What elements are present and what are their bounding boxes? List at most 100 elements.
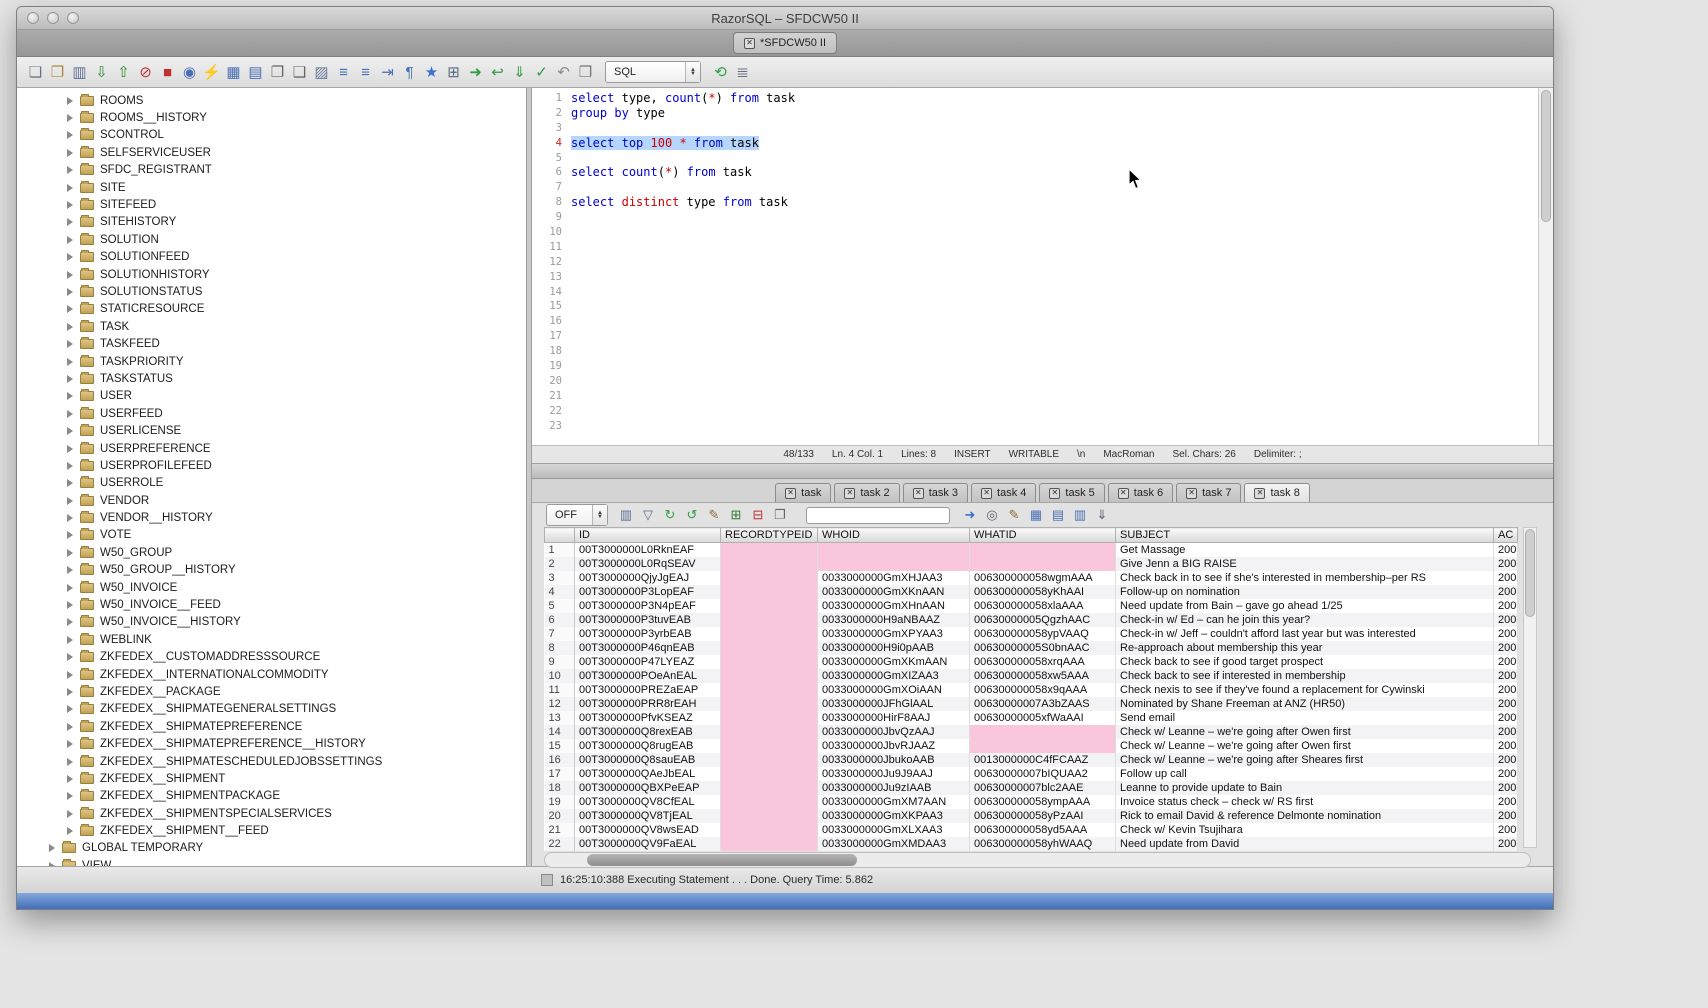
new-file-icon[interactable]: ❏ [25, 62, 46, 83]
tree-item-taskfeed[interactable]: TASKFEED [17, 335, 526, 352]
find-next-icon[interactable]: ➜ [960, 505, 980, 525]
scrollbar-thumb[interactable] [1541, 90, 1551, 222]
cell-ac[interactable]: 200 [1494, 823, 1518, 837]
cell-recordtypeid[interactable] [721, 585, 818, 599]
cell-whatid[interactable]: 00630000005xfWaAAI [970, 711, 1116, 725]
expand-arrow-icon[interactable] [67, 792, 73, 800]
expand-arrow-icon[interactable] [67, 514, 73, 522]
cell-ac[interactable]: 200 [1494, 543, 1518, 558]
cell-whoid[interactable]: 0033000000GmXKmAAN [818, 655, 970, 669]
limit-select[interactable]: OFF ▲▼ [546, 504, 608, 526]
expand-arrow-icon[interactable] [67, 271, 73, 279]
scrollbar-thumb[interactable] [587, 854, 857, 866]
table-row[interactable]: 2000T3000000QV8TjEAL0033000000GmXKPAA300… [545, 809, 1518, 823]
editor-line[interactable]: 6select count(*) from task [538, 165, 1553, 180]
expand-arrow-icon[interactable] [67, 758, 73, 766]
save-icon[interactable]: ▥ [69, 62, 90, 83]
column-header-recordtypeid[interactable]: RECORDTYPEID [721, 528, 818, 543]
result-tab-task-6[interactable]: ✕task 6 [1108, 483, 1173, 502]
editor-line[interactable]: 8select distinct type from task [538, 195, 1553, 210]
sql-mode-select[interactable]: SQL ▲▼ [605, 61, 701, 83]
cell-ac[interactable]: 200 [1494, 627, 1518, 641]
cell-whoid[interactable]: 0033000000JFhGlAAL [818, 697, 970, 711]
table-row[interactable]: 100T3000000L0RknEAFGet Massage200 [545, 543, 1518, 558]
cell-whatid[interactable]: 0013000000C4fFCAAZ [970, 753, 1116, 767]
drop-table-icon[interactable]: ⊘ [135, 62, 156, 83]
filter-results-icon[interactable]: ▽ [638, 505, 658, 525]
table-data-icon[interactable]: ▤ [245, 62, 266, 83]
cell-whoid[interactable] [818, 543, 970, 558]
expand-arrow-icon[interactable] [67, 653, 73, 661]
result-tab-task-3[interactable]: ✕task 3 [903, 483, 968, 502]
cell-id[interactable]: 00T3000000QV8CfEAL [575, 795, 721, 809]
expand-arrow-icon[interactable] [67, 636, 73, 644]
tree-item-rooms-history[interactable]: ROOMS__HISTORY [17, 109, 526, 126]
tree-item-w50-invoice-feed[interactable]: W50_INVOICE__FEED [17, 596, 526, 613]
column-header-ac[interactable]: AC [1494, 528, 1518, 543]
expand-arrow-icon[interactable] [67, 131, 73, 139]
column-header-rownum[interactable] [545, 528, 575, 543]
table-row[interactable]: 400T3000000P3LopEAF0033000000GmXKnAAN006… [545, 585, 1518, 599]
tree-item-userfeed[interactable]: USERFEED [17, 405, 526, 422]
cell-whoid[interactable]: 0033000000GmXIZAA3 [818, 669, 970, 683]
cell-recordtypeid[interactable] [721, 571, 818, 585]
expand-arrow-icon[interactable] [67, 166, 73, 174]
expand-arrow-icon[interactable] [67, 305, 73, 313]
editor-line[interactable]: 5 [538, 151, 1553, 166]
scrollbar-thumb[interactable] [1525, 529, 1535, 617]
editor-line[interactable]: 13 [538, 270, 1553, 285]
cell-recordtypeid[interactable] [721, 809, 818, 823]
cell-id[interactable]: 00T3000000P3yrbEAB [575, 627, 721, 641]
tree-item-sitehistory[interactable]: SITEHISTORY [17, 214, 526, 231]
cell-recordtypeid[interactable] [721, 837, 818, 851]
cell-recordtypeid[interactable] [721, 795, 818, 809]
cell-whoid[interactable]: 0033000000JbvQzAAJ [818, 725, 970, 739]
expand-arrow-icon[interactable] [67, 497, 73, 505]
insert-row-icon[interactable]: ⊞ [726, 505, 746, 525]
cell-whoid[interactable]: 0033000000H9aNBAAZ [818, 613, 970, 627]
tree-item-solutionfeed[interactable]: SOLUTIONFEED [17, 249, 526, 266]
editor-vertical-scrollbar[interactable] [1538, 88, 1553, 445]
tree-item-sitefeed[interactable]: SITEFEED [17, 196, 526, 213]
tree-item-solutionhistory[interactable]: SOLUTIONHISTORY [17, 266, 526, 283]
cell-subject[interactable]: Re-approach about membership this year [1116, 641, 1494, 655]
cell-whatid[interactable]: 006300000058xlaAAA [970, 599, 1116, 613]
expand-arrow-icon[interactable] [67, 253, 73, 261]
cell-recordtypeid[interactable] [721, 613, 818, 627]
expand-arrow-icon[interactable] [67, 410, 73, 418]
tree-item-user[interactable]: USER [17, 388, 526, 405]
table-row[interactable]: 1600T3000000Q8sauEAB0033000000JbukoAAB00… [545, 753, 1518, 767]
cell-id[interactable]: 00T3000000PREZaEAP [575, 683, 721, 697]
cell-id[interactable]: 00T3000000QV9FaEAL [575, 837, 721, 851]
cell-whatid[interactable]: 00630000007A3bZAAS [970, 697, 1116, 711]
copy-results-icon[interactable]: ❐ [770, 505, 790, 525]
result-tab-task-5[interactable]: ✕task 5 [1039, 483, 1104, 502]
tree-item-w50-invoice[interactable]: W50_INVOICE [17, 579, 526, 596]
tree-item-vote[interactable]: VOTE [17, 527, 526, 544]
cell-whoid[interactable]: 0033000000GmXKPAA3 [818, 809, 970, 823]
table-row[interactable]: 1200T3000000PRR8rEAH0033000000JFhGlAAL00… [545, 697, 1518, 711]
tree-item-userlicense[interactable]: USERLICENSE [17, 422, 526, 439]
expand-arrow-icon[interactable] [67, 358, 73, 366]
tree-item-solution[interactable]: SOLUTION [17, 231, 526, 248]
cell-whatid[interactable]: 006300000058ypVAAQ [970, 627, 1116, 641]
cell-recordtypeid[interactable] [721, 711, 818, 725]
cell-ac[interactable]: 200 [1494, 739, 1518, 753]
cell-ac[interactable]: 200 [1494, 767, 1518, 781]
cell-recordtypeid[interactable] [721, 697, 818, 711]
schema-tree-panel[interactable]: ROOMSROOMS__HISTORYSCONTROLSELFSERVICEUS… [17, 88, 527, 866]
cell-id[interactable]: 00T3000000P47LYEAZ [575, 655, 721, 669]
cell-recordtypeid[interactable] [721, 655, 818, 669]
tree-item-zkfedex-shipmentspecialservices[interactable]: ZKFEDEX__SHIPMENTSPECIALSERVICES [17, 805, 526, 822]
tree-item-zkfedex-internationalcommodity[interactable]: ZKFEDEX__INTERNATIONALCOMMODITY [17, 666, 526, 683]
cell-ac[interactable]: 200 [1494, 571, 1518, 585]
cell-subject[interactable]: Check w/ Leanne – we're going after Shea… [1116, 753, 1494, 767]
delete-row-icon[interactable]: ⊟ [748, 505, 768, 525]
cell-ac[interactable]: 200 [1494, 669, 1518, 683]
cell-whatid[interactable] [970, 725, 1116, 739]
cell-recordtypeid[interactable] [721, 739, 818, 753]
table-row[interactable]: 1000T3000000POeAnEAL0033000000GmXIZAA300… [545, 669, 1518, 683]
expand-arrow-icon[interactable] [67, 775, 73, 783]
editor-line[interactable]: 19 [538, 359, 1553, 374]
table-row[interactable]: 2200T3000000QV9FaEAL0033000000GmXMDAA300… [545, 837, 1518, 851]
